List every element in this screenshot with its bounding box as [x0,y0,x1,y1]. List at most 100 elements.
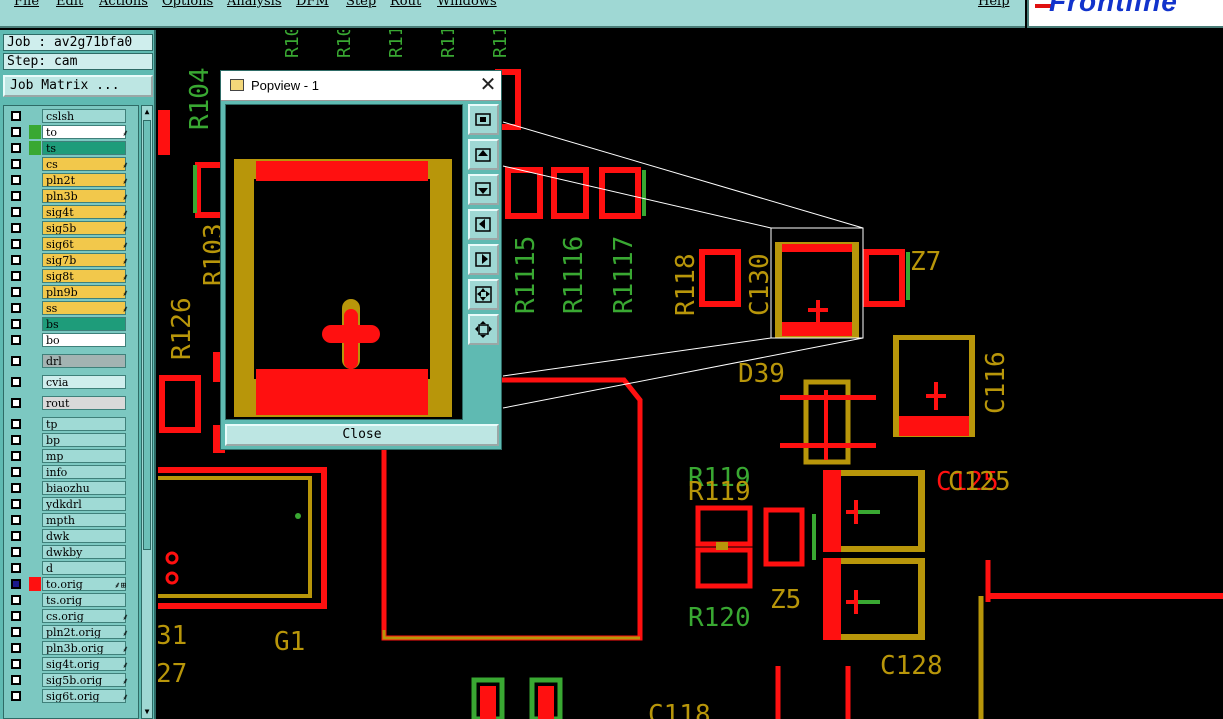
layer-row[interactable]: d [4,560,138,576]
layer-checkbox[interactable] [11,451,21,461]
menu-help[interactable]: Help [978,0,1010,9]
layer-name[interactable]: bp [42,433,126,447]
layer-name[interactable]: pln2t.orig [42,625,126,639]
layer-name[interactable]: tp [42,417,126,431]
layer-row[interactable]: pln3b ⸙ [4,188,138,204]
layer-list-scrollbar[interactable]: ▲ ▼ [141,105,153,719]
popview-zoom-view[interactable] [225,104,463,420]
layer-row[interactable]: cs.orig ⸙ [4,608,138,624]
layer-name[interactable]: drl [42,354,126,368]
layer-row[interactable]: to.orig ⸙⊞ [4,576,138,592]
layer-name[interactable]: bs [42,317,126,331]
layer-checkbox[interactable] [11,643,21,653]
layer-color-swatch[interactable] [29,577,41,591]
popview-titlebar[interactable]: Popview - 1 ✕ [221,71,501,101]
layer-checkbox[interactable] [11,191,21,201]
layer-row[interactable]: tp [4,416,138,432]
layer-row[interactable]: mpth [4,512,138,528]
layer-checkbox[interactable] [11,335,21,345]
layer-row[interactable]: biaozhu [4,480,138,496]
layer-row[interactable]: sig4t ⸙ [4,204,138,220]
layer-checkbox[interactable] [11,467,21,477]
layer-name[interactable]: pln3b [42,189,126,203]
scroll-up-icon[interactable]: ▲ [142,106,152,118]
layer-row[interactable]: drl [4,353,138,369]
layer-name[interactable]: sig5b [42,221,126,235]
layer-color-swatch[interactable] [29,141,41,155]
layer-checkbox[interactable] [11,111,21,121]
scroll-down-icon[interactable]: ▼ [142,706,152,718]
layer-checkbox[interactable] [11,483,21,493]
layer-checkbox[interactable] [11,127,21,137]
layer-name[interactable]: sig7b [42,253,126,267]
layer-row[interactable]: mp [4,448,138,464]
layer-row[interactable]: pln9b ⸙ [4,284,138,300]
layer-name[interactable]: rout [42,396,126,410]
layer-checkbox[interactable] [11,499,21,509]
menu-analysis[interactable]: Analysis [227,0,282,9]
popview-close-button[interactable]: Close [225,424,499,446]
layer-name[interactable]: cvia [42,375,126,389]
menu-file[interactable]: File [14,0,39,9]
layer-name[interactable]: sig5b.orig [42,673,126,687]
layer-checkbox[interactable] [11,223,21,233]
layer-row[interactable]: to ⸙ [4,124,138,140]
layer-row[interactable]: sig8t ⸙ [4,268,138,284]
layer-name[interactable]: mpth [42,513,126,527]
layer-row[interactable]: cs ⸙ [4,156,138,172]
layer-name[interactable]: ss [42,301,126,315]
layer-name[interactable]: pln3b.orig [42,641,126,655]
layer-checkbox[interactable] [11,319,21,329]
menu-rout[interactable]: Rout [390,0,421,9]
layer-row[interactable]: dwk [4,528,138,544]
layer-name[interactable]: ts.orig [42,593,126,607]
layer-row[interactable]: ss ⸙ [4,300,138,316]
layer-name[interactable]: info [42,465,126,479]
layer-name[interactable]: sig8t [42,269,126,283]
layer-name[interactable]: dwkby [42,545,126,559]
layer-row[interactable]: pln2t.orig ⸙ [4,624,138,640]
layer-checkbox[interactable] [11,303,21,313]
layer-name[interactable]: biaozhu [42,481,126,495]
layer-row[interactable]: pln3b.orig ⸙ [4,640,138,656]
layer-name[interactable]: sig4t.orig [42,657,126,671]
layer-name[interactable]: cslsh [42,109,126,123]
layer-checkbox[interactable] [11,691,21,701]
pan-right-button[interactable] [468,244,499,275]
zoom-out-button[interactable] [468,314,499,345]
layer-name[interactable]: to [42,125,126,139]
layer-name[interactable]: ydkdrl [42,497,126,511]
layer-row[interactable]: info [4,464,138,480]
layer-row[interactable]: bs [4,316,138,332]
menu-windows[interactable]: Windows [437,0,497,9]
layer-checkbox[interactable] [11,419,21,429]
layer-name[interactable]: pln2t [42,173,126,187]
layer-checkbox[interactable] [11,627,21,637]
layer-checkbox[interactable] [11,398,21,408]
layer-row[interactable]: rout [4,395,138,411]
layer-checkbox[interactable] [11,255,21,265]
pan-up-button[interactable] [468,139,499,170]
layer-checkbox[interactable] [11,563,21,573]
layer-checkbox[interactable] [11,175,21,185]
layer-name[interactable]: d [42,561,126,575]
layer-row[interactable]: ydkdrl [4,496,138,512]
layer-checkbox[interactable] [11,143,21,153]
layer-checkbox[interactable] [11,547,21,557]
layer-checkbox[interactable] [11,515,21,525]
layer-color-swatch[interactable] [29,125,41,139]
layer-name[interactable]: pln9b [42,285,126,299]
zoom-fit-button[interactable] [468,104,499,135]
layer-row[interactable]: bp [4,432,138,448]
layer-checkbox[interactable] [11,271,21,281]
layer-row[interactable]: bo [4,332,138,348]
close-icon[interactable]: ✕ [479,75,497,95]
layer-name[interactable]: ts [42,141,126,155]
menu-edit[interactable]: Edit [56,0,83,9]
layer-checkbox[interactable] [11,675,21,685]
layer-row[interactable]: sig5b.orig ⸙ [4,672,138,688]
zoom-in-button[interactable] [468,279,499,310]
layer-checkbox[interactable] [11,377,21,387]
pan-left-button[interactable] [468,209,499,240]
layer-name[interactable]: dwk [42,529,126,543]
